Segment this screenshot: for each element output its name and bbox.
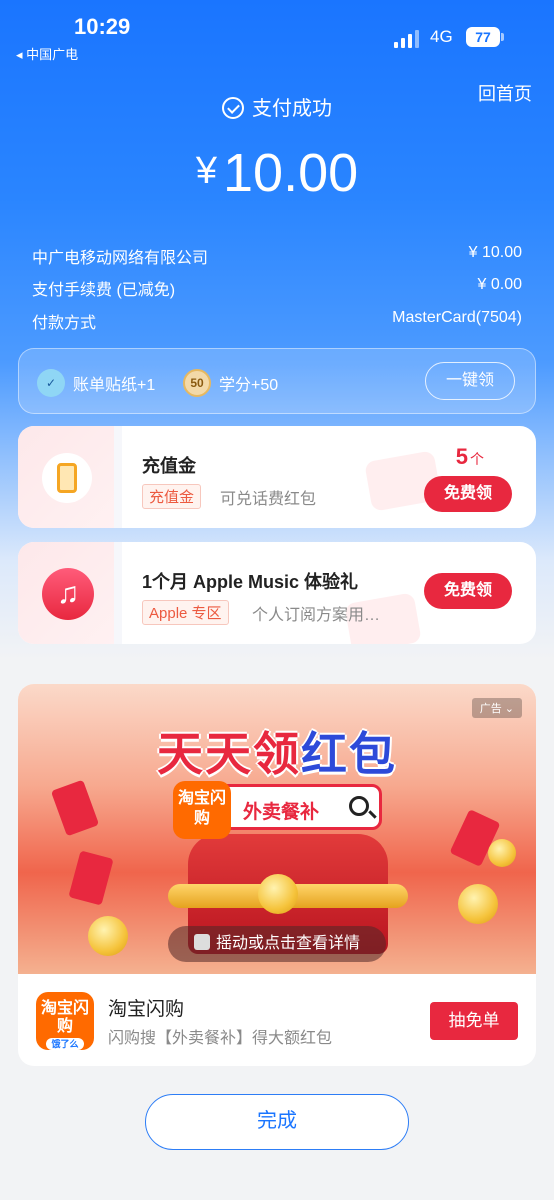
detail-label: 中广电移动网络有限公司 [32, 250, 209, 267]
claim-free-button[interactable]: 免费领 [424, 573, 512, 609]
coupon-count: 5个 [455, 444, 484, 469]
coin-decoration [258, 874, 298, 914]
battery-icon: 77 [466, 27, 500, 47]
amount-value: 10.00 [223, 143, 359, 203]
red-packet-decoration [68, 850, 114, 906]
bonus-credits-label: 学分+50 [219, 377, 279, 394]
ad-search-text: 外卖餐补 [243, 802, 320, 823]
music-note-icon: ♫ [42, 568, 94, 620]
coupon-tag: 充值金 [142, 484, 202, 509]
coupon-title: 充值金 [142, 456, 196, 476]
claim-all-button[interactable]: 一键领 [425, 362, 515, 400]
coin-decoration [88, 916, 128, 956]
ad-cta-button[interactable]: 抽免单 [430, 1002, 518, 1040]
coupon-card-apple-music[interactable]: ♫ 1个月 Apple Music 体验礼 Apple 专区 个人订阅方案用… … [18, 542, 536, 644]
bonus-credits: 50 学分+50 [183, 369, 278, 397]
payment-amount: ¥10.00 [0, 142, 554, 204]
coupon-card-left: ♫ [18, 542, 118, 644]
coin-decoration [488, 839, 516, 867]
taobao-flash-logo: 淘宝闪购 [173, 781, 231, 839]
currency-symbol: ¥ [195, 150, 217, 192]
status-time: 10:29 [74, 14, 131, 39]
coupon-card-left [18, 426, 118, 528]
ad-app-name: 淘宝闪购 [108, 999, 185, 1020]
done-button[interactable]: 完成 [145, 1094, 409, 1150]
detail-label: 支付手续费 (已减免) [32, 282, 176, 299]
coupon-card-recharge[interactable]: 充值金 充值金 可兑话费红包 5个 免费领 [18, 426, 536, 528]
detail-label: 付款方式 [32, 315, 97, 332]
ad-badge[interactable]: 广告 ⌄ [471, 698, 522, 718]
coin-decoration [458, 884, 498, 924]
phone-icon [42, 453, 92, 503]
status-carrier: ◂ 中国广电 [16, 47, 79, 62]
signal-icon [394, 30, 420, 48]
app-logo: 淘宝闪购 饿了么 [36, 992, 94, 1050]
detail-value: MasterCard(7504) [392, 309, 522, 326]
detail-row-method: 付款方式 MasterCard(7504) [32, 309, 522, 333]
bonus-sticker-label: 账单贴纸+1 [73, 377, 156, 394]
ad-description: 闪购搜【外卖餐补】得大额红包 [108, 1030, 333, 1047]
ad-headline: 天天领红包 [157, 728, 397, 780]
check-circle-icon [222, 97, 244, 119]
detail-row-fee: 支付手续费 (已减免) ¥ 0.00 [32, 276, 522, 300]
battery-tip [501, 33, 504, 41]
coupon-title: 1个月 Apple Music 体验礼 [142, 572, 359, 592]
status-title: 支付成功 [252, 98, 332, 120]
bonus-bar: ✓ 账单贴纸+1 50 学分+50 一键领 [18, 348, 536, 414]
shake-hint[interactable]: 摇动或点击查看详情 [168, 926, 386, 962]
network-type: 4G [430, 27, 453, 46]
bonus-sticker: ✓ 账单贴纸+1 [37, 369, 155, 397]
ad-card[interactable]: 广告 ⌄ 天天领红包 淘宝闪购 外卖餐补 摇动或点击查看详情 淘宝闪购 饿了么 淘… [18, 684, 536, 1066]
payment-status: 支付成功 [0, 92, 554, 121]
detail-row-merchant: 中广电移动网络有限公司 ¥ 10.00 [32, 244, 522, 268]
sticker-icon: ✓ [37, 369, 65, 397]
ad-search-box: 淘宝闪购 外卖餐补 [173, 781, 382, 839]
shake-icon [193, 934, 210, 950]
detail-value: ¥ 10.00 [468, 244, 522, 261]
credit-coin-icon: 50 [183, 369, 211, 397]
coupon-desc: 可兑话费红包 [220, 491, 317, 508]
coupon-desc: 个人订阅方案用… [252, 607, 381, 624]
detail-value: ¥ 0.00 [477, 276, 522, 293]
search-icon [349, 796, 369, 816]
coupon-tag: Apple 专区 [142, 600, 229, 625]
ad-banner[interactable]: 广告 ⌄ 天天领红包 淘宝闪购 外卖餐补 摇动或点击查看详情 [18, 684, 536, 974]
claim-free-button[interactable]: 免费领 [424, 476, 512, 512]
red-packet-decoration [50, 779, 100, 837]
